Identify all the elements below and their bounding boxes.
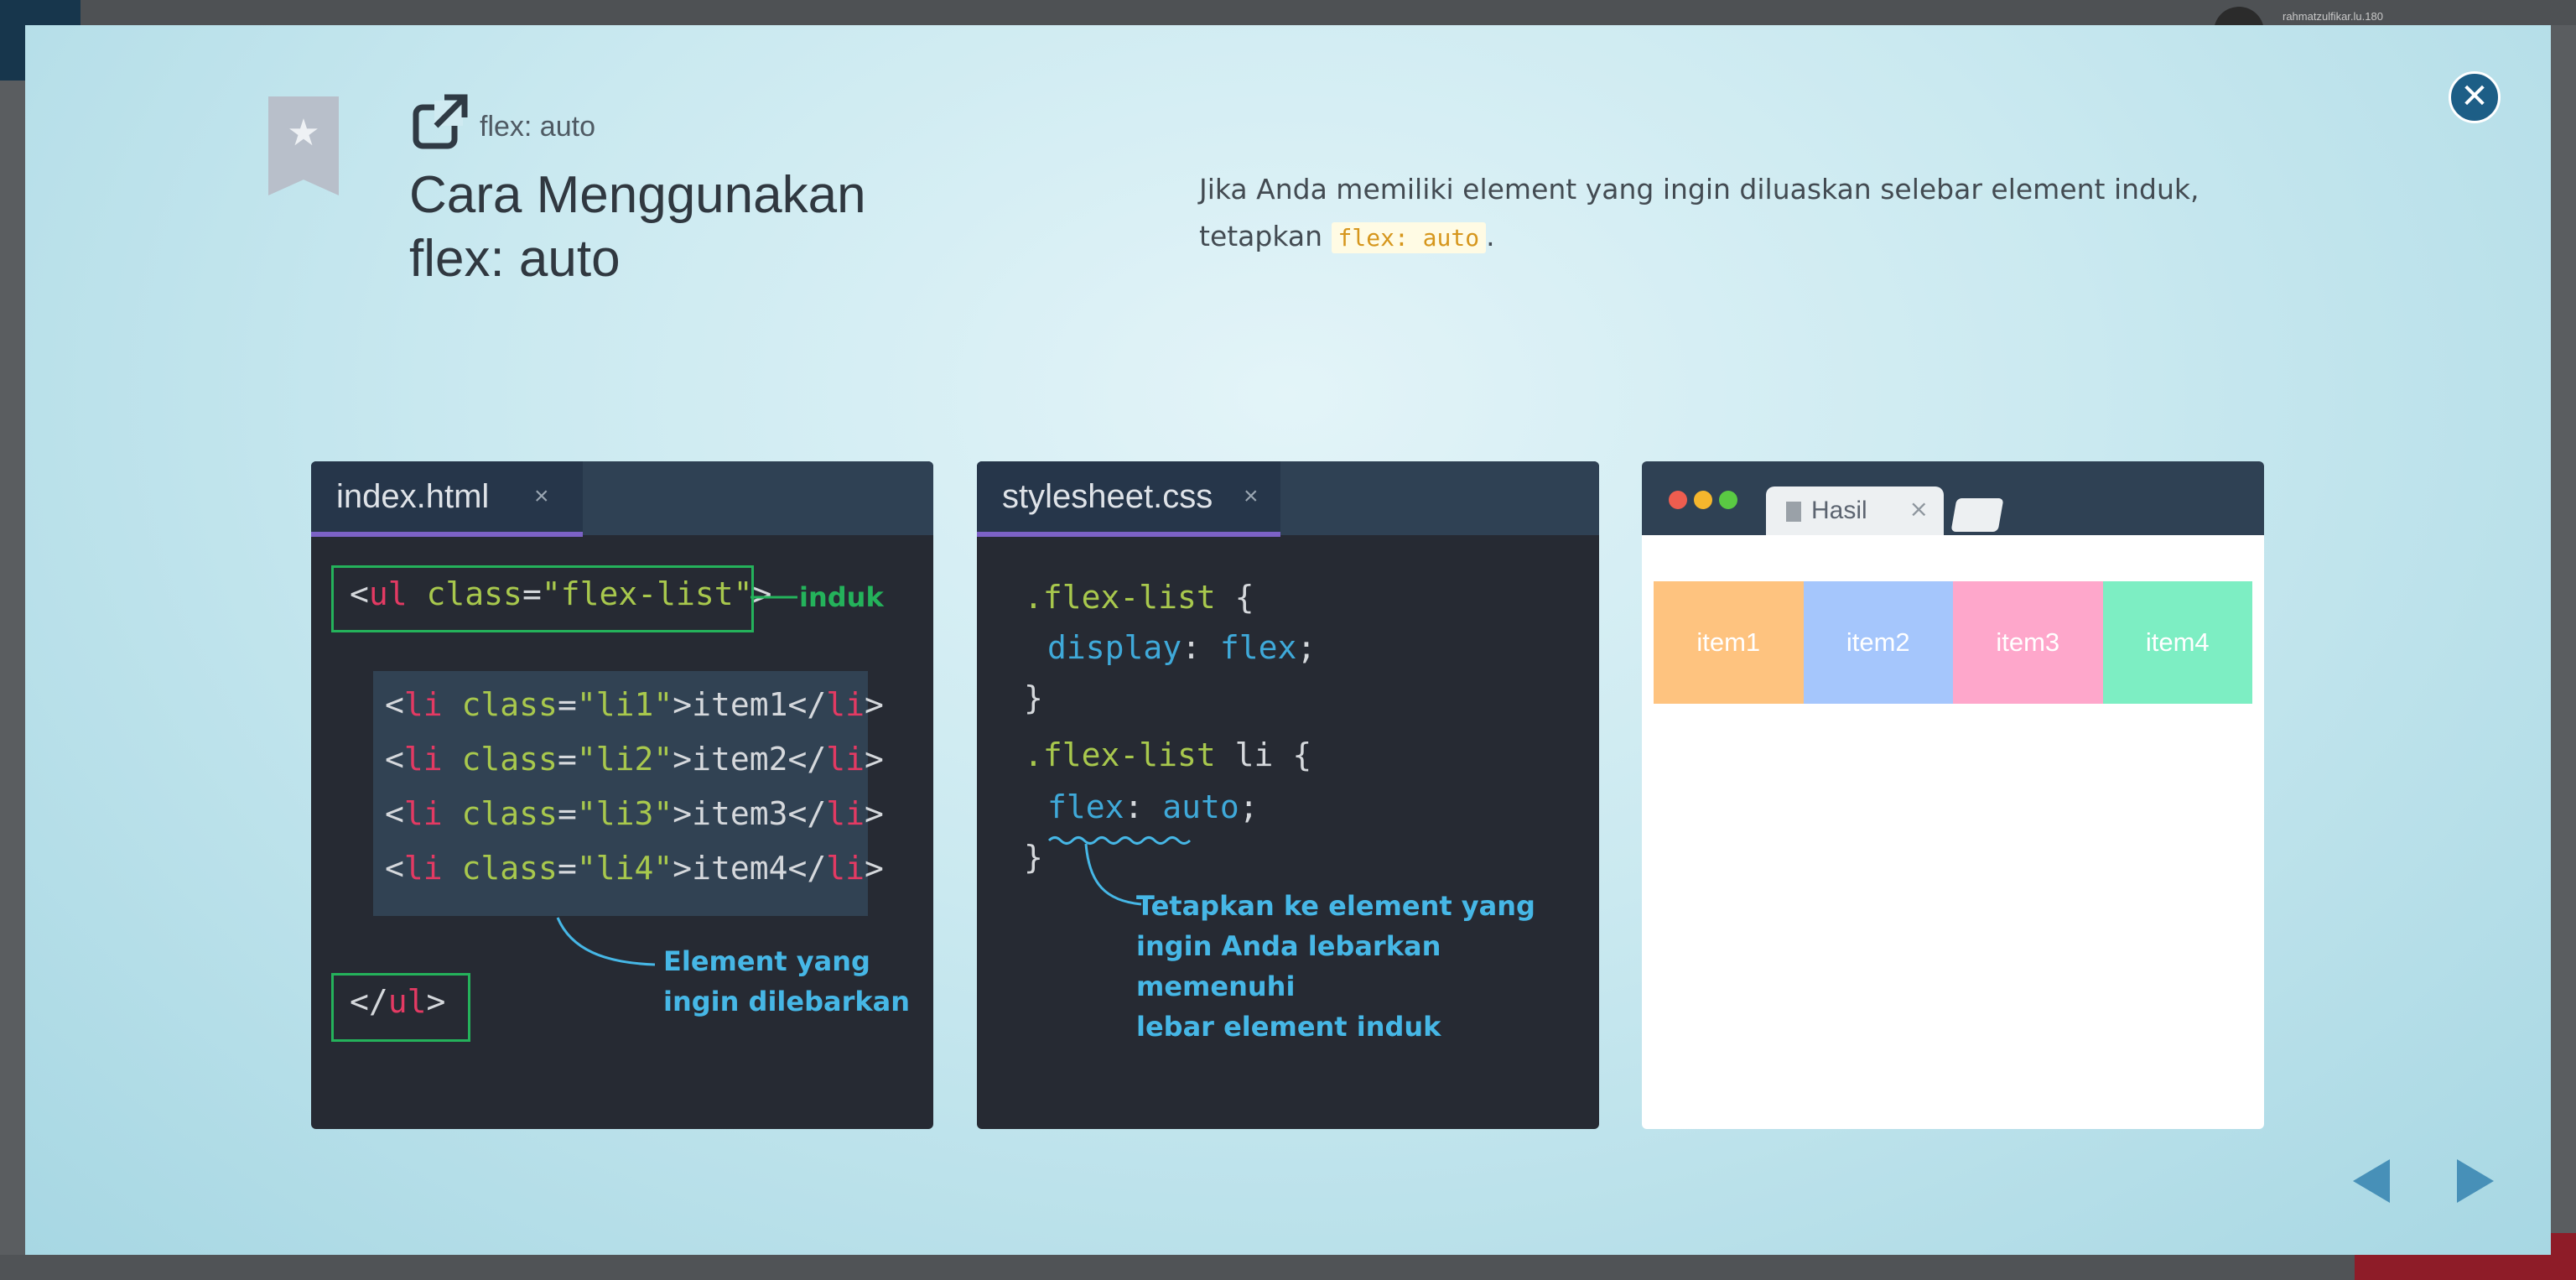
flex-item: item1 xyxy=(1654,581,1804,704)
flex-item: item2 xyxy=(1803,581,1953,704)
flex-items-row: item1 item2 item3 item4 xyxy=(1654,581,2252,704)
bookmark-icon[interactable]: ★ xyxy=(268,96,339,195)
induk-connector xyxy=(750,596,797,599)
code-li-line: <li class="li4">item4</li> xyxy=(385,850,884,887)
note-css-line2: ingin Anda lebarkan memenuhi xyxy=(1136,930,1441,1002)
browser-tab-close-icon: × xyxy=(1909,495,1929,523)
tab-label: index.html xyxy=(336,478,490,515)
background-topbar xyxy=(0,0,2576,25)
css-rule2-selector: .flex-list li { xyxy=(1024,736,1312,773)
lesson-description: Jika Anda memiliki element yang ingin di… xyxy=(1199,166,2306,262)
window-minimize-dot xyxy=(1694,491,1712,509)
desc-end: . xyxy=(1486,220,1495,252)
lesson-modal: ★ flex: auto Cara Menggunakan flex: auto … xyxy=(25,25,2551,1255)
tab-label: stylesheet.css xyxy=(1002,478,1213,515)
code-li-line: <li class="li2">item2</li> xyxy=(385,741,884,778)
code-ul-open: <ul class="flex-list"> xyxy=(350,575,772,612)
background-bottom-bar xyxy=(0,1255,2355,1280)
note-li-line1: Element yang xyxy=(663,945,870,977)
title-line2: flex: auto xyxy=(409,230,621,288)
note-css: Tetapkan ke element yang ingin Anda lebar… xyxy=(1136,886,1599,1047)
desc-part1: Jika Anda memiliki element yang ingin di… xyxy=(1199,173,2199,206)
desc-part2: tetapkan xyxy=(1199,220,1323,252)
css-rule1-decl: display: flex; xyxy=(1047,629,1317,666)
window-close-dot xyxy=(1669,491,1687,509)
close-button[interactable]: ✕ xyxy=(2449,71,2501,123)
html-panel: index.html × <ul class="flex-list"> indu… xyxy=(311,461,933,1129)
note-css-line1: Tetapkan ke element yang xyxy=(1136,890,1535,922)
css-rule2-close: } xyxy=(1024,839,1043,876)
external-link-icon[interactable] xyxy=(411,92,470,151)
note-induk: induk xyxy=(799,581,884,613)
flex-item: item3 xyxy=(1953,581,2103,704)
code-li-line: <li class="li1">item1</li> xyxy=(385,686,884,723)
note-css-line3: lebar element induk xyxy=(1136,1011,1441,1043)
username-label: rahmatzulfikar.lu.180 xyxy=(2283,10,2383,23)
lesson-title: Cara Menggunakan flex: auto xyxy=(409,164,996,291)
arrow-left-icon[interactable] xyxy=(2353,1159,2390,1203)
result-panel: Hasil × item1 item2 item3 item4 xyxy=(1642,461,2264,1129)
note-li: Element yang ingin dilebarkan xyxy=(663,941,910,1022)
lesson-subtitle: flex: auto xyxy=(480,111,595,143)
code-li-line: <li class="li3">item3</li> xyxy=(385,795,884,832)
desc-code: flex: auto xyxy=(1331,222,1487,253)
css-panel: stylesheet.css × .flex-list { display: f… xyxy=(977,461,1599,1129)
document-icon xyxy=(1786,502,1801,522)
css-rule2-decl: flex: auto; xyxy=(1047,788,1259,825)
code-ul-close: </ul> xyxy=(350,983,446,1020)
window-maximize-dot xyxy=(1719,491,1737,509)
flex-item: item4 xyxy=(2102,581,2252,704)
tab-close-icon: × xyxy=(1244,482,1259,510)
browser-tab-hasil: Hasil × xyxy=(1766,487,1944,535)
arrow-right-icon[interactable] xyxy=(2457,1159,2494,1203)
tab-index-html: index.html × xyxy=(311,461,583,537)
tab-close-icon: × xyxy=(534,482,549,510)
li-note-connector xyxy=(556,917,656,966)
title-line1: Cara Menggunakan xyxy=(409,166,866,224)
new-tab-icon xyxy=(1950,498,2004,532)
tab-stylesheet-css: stylesheet.css × xyxy=(977,461,1280,537)
css-rule1-selector: .flex-list { xyxy=(1024,579,1254,616)
css-rule1-close: } xyxy=(1024,679,1043,716)
star-icon: ★ xyxy=(287,112,320,154)
browser-tab-label: Hasil xyxy=(1811,497,1867,524)
note-li-line2: ingin dilebarkan xyxy=(663,986,911,1017)
